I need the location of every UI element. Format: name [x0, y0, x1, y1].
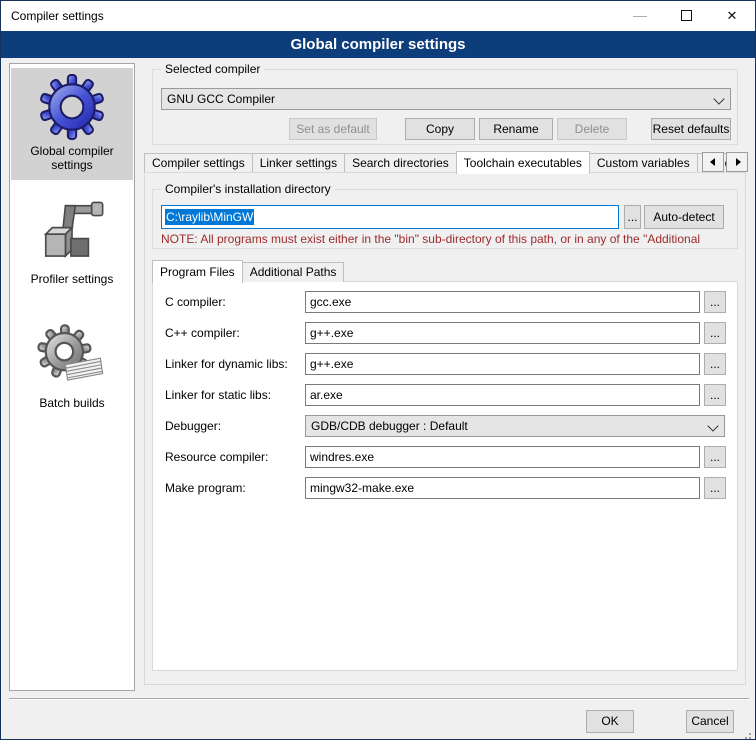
field-label-dynamic-linker: Linker for dynamic libs: — [165, 353, 288, 375]
chevron-down-icon — [713, 93, 724, 104]
browse-c-compiler-button[interactable]: ... — [704, 291, 726, 313]
close-button[interactable]: ✕ — [709, 1, 755, 30]
field-label-cpp-compiler: C++ compiler: — [165, 322, 240, 344]
caliper-icon — [37, 196, 107, 268]
selected-compiler-group: Selected compiler GNU GCC Compiler Set a… — [152, 69, 738, 145]
browse-dynamic-linker-button[interactable]: ... — [704, 353, 726, 375]
compiler-select-value: GNU GCC Compiler — [167, 92, 275, 106]
c-compiler-input[interactable]: gcc.exe — [305, 291, 700, 313]
ok-button[interactable]: OK — [586, 710, 634, 733]
chevron-down-icon — [707, 420, 718, 431]
auto-detect-button[interactable]: Auto-detect — [644, 205, 724, 229]
tab-scroll-left-button[interactable] — [702, 152, 724, 172]
debugger-select-value: GDB/CDB debugger : Default — [311, 419, 468, 433]
make-program-input[interactable]: mingw32-make.exe — [305, 477, 700, 499]
tab-program-files[interactable]: Program Files — [152, 260, 243, 283]
installation-dir-selected-text: C:\raylib\MinGW — [165, 209, 254, 225]
window-title: Compiler settings — [11, 9, 104, 23]
programs-tab-bar: Program Files Additional Paths — [152, 259, 552, 282]
reset-defaults-button[interactable]: Reset defaults — [651, 118, 731, 140]
installation-directory-group-label: Compiler's installation directory — [161, 182, 335, 196]
blue-gear-icon — [39, 74, 105, 140]
sidebar-item-profiler-settings[interactable]: Profiler settings — [11, 190, 133, 294]
static-linker-input[interactable]: ar.exe — [305, 384, 700, 406]
browse-resource-compiler-button[interactable]: ... — [704, 446, 726, 468]
installation-dir-input[interactable]: C:\raylib\MinGW — [161, 205, 619, 229]
title-bar: Compiler settings — ✕ — [1, 1, 755, 31]
sidebar-item-global-compiler-settings[interactable]: Global compiler settings — [11, 68, 133, 180]
delete-button: Delete — [557, 118, 627, 140]
dynamic-linker-input[interactable]: g++.exe — [305, 353, 700, 375]
gray-gear-papers-icon — [37, 320, 107, 392]
resource-compiler-input[interactable]: windres.exe — [305, 446, 700, 468]
sidebar-item-label: Global compiler settings — [11, 142, 133, 180]
arrow-right-icon — [736, 158, 741, 166]
tab-search-directories[interactable]: Search directories — [344, 153, 457, 173]
page-title: Global compiler settings — [1, 31, 755, 58]
selected-compiler-group-label: Selected compiler — [161, 62, 264, 76]
field-label-resource-compiler: Resource compiler: — [165, 446, 268, 468]
settings-category-list: Global compiler settings Profiler settin… — [9, 63, 135, 691]
set-as-default-button: Set as default — [289, 118, 377, 140]
field-label-static-linker: Linker for static libs: — [165, 384, 271, 406]
tab-scroll-right-button[interactable] — [726, 152, 748, 172]
cpp-compiler-input[interactable]: g++.exe — [305, 322, 700, 344]
arrow-left-icon — [710, 158, 715, 166]
installation-note: NOTE: All programs must exist either in … — [161, 232, 731, 246]
sidebar-item-label: Profiler settings — [11, 270, 133, 294]
browse-directory-button[interactable]: ... — [624, 205, 641, 229]
copy-button[interactable]: Copy — [405, 118, 475, 140]
rename-button[interactable]: Rename — [479, 118, 553, 140]
tab-additional-paths[interactable]: Additional Paths — [242, 262, 345, 282]
browse-static-linker-button[interactable]: ... — [704, 384, 726, 406]
browse-make-program-button[interactable]: ... — [704, 477, 726, 499]
cancel-button[interactable]: Cancel — [686, 710, 734, 733]
maximize-icon — [681, 10, 692, 21]
sidebar-item-batch-builds[interactable]: Batch builds — [11, 314, 133, 418]
field-label-debugger: Debugger: — [165, 415, 221, 437]
tab-custom-variables[interactable]: Custom variables — [589, 153, 698, 173]
footer-divider — [9, 698, 749, 700]
program-files-page: C compiler: gcc.exe ... C++ compiler: g+… — [152, 281, 738, 671]
compiler-select[interactable]: GNU GCC Compiler — [161, 88, 731, 110]
installation-directory-group: Compiler's installation directory C:\ray… — [152, 189, 738, 249]
settings-tab-bar: Compiler settings Linker settings Search… — [144, 150, 746, 173]
resize-grip[interactable] — [749, 733, 751, 735]
minimize-button: — — [617, 1, 663, 30]
sidebar-item-label: Batch builds — [11, 394, 133, 418]
tab-compiler-settings[interactable]: Compiler settings — [144, 153, 253, 173]
field-label-c-compiler: C compiler: — [165, 291, 226, 313]
browse-cpp-compiler-button[interactable]: ... — [704, 322, 726, 344]
tab-toolchain-executables[interactable]: Toolchain executables — [456, 151, 590, 174]
field-label-make-program: Make program: — [165, 477, 246, 499]
compiler-settings-dialog: Compiler settings — ✕ Global compiler se… — [0, 0, 756, 740]
maximize-button[interactable] — [663, 1, 709, 30]
tab-linker-settings[interactable]: Linker settings — [252, 153, 345, 173]
debugger-select[interactable]: GDB/CDB debugger : Default — [305, 415, 725, 437]
